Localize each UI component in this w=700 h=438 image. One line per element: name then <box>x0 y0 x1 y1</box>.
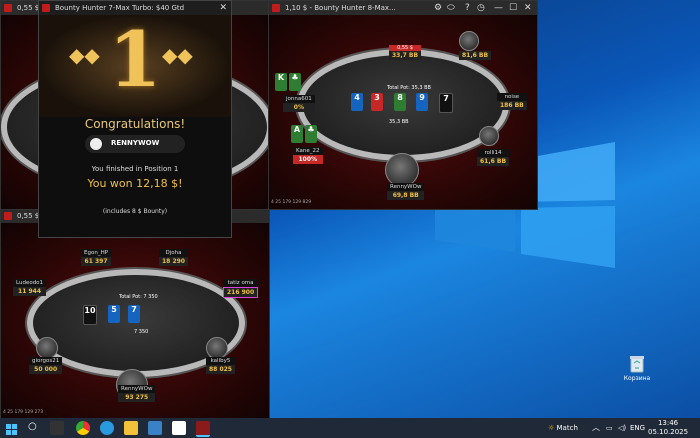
player-avatar <box>36 337 58 359</box>
diamond-icon: ◆◆ <box>69 43 100 67</box>
toggle-icon[interactable]: ⬭ <box>447 1 455 15</box>
diamond-icon: ◆◆ <box>162 43 193 67</box>
total-pot: Total Pot: 7 350 <box>119 294 158 300</box>
task-view-icon[interactable] <box>50 421 64 435</box>
seat-egon[interactable]: Egon_HP 61 397 <box>81 249 112 266</box>
seat-ludeodo[interactable]: Ludeodo1 11 944 <box>13 279 47 296</box>
seat-kaliby[interactable]: kaliby5 88 025 <box>206 357 235 374</box>
recycle-bin-label: Корзина <box>623 375 651 382</box>
taskbar: ○ ☼ Match ︿ ▭ ◁) ENG 13:46 05.10.2025 <box>0 418 700 438</box>
won-text: You won 12,18 $! <box>87 177 183 190</box>
seat-top[interactable]: 0,55 $33,7 BB <box>389 45 422 60</box>
winner-name: RENNYWOW <box>111 139 160 147</box>
board-card: 10 <box>83 305 97 325</box>
start-button[interactable] <box>6 421 20 435</box>
seat-topright[interactable]: 81,6 BB <box>459 51 492 60</box>
winner-badge: RENNYWOW <box>85 135 185 153</box>
clock-icon[interactable]: ◷ <box>477 1 485 15</box>
windows-icon <box>6 424 17 435</box>
board-card: 5 <box>108 305 120 323</box>
recycle-bin[interactable]: Корзина <box>622 355 652 382</box>
table-status: 4 25 179 129 829 <box>271 200 312 205</box>
poker-app-icon[interactable] <box>196 421 210 437</box>
help-icon[interactable]: ? <box>465 1 470 15</box>
seat-hero[interactable]: RennyWOw 93 275 <box>118 385 156 402</box>
seat-hero[interactable]: RennyWOw 69,8 BB <box>387 183 425 200</box>
board-card: 7 <box>128 305 140 323</box>
player-avatar <box>459 31 479 51</box>
desktop: Корзина 0,55 $ - PL Total Pot: 7 350 10 … <box>0 0 700 438</box>
popup-titlebar: Bounty Hunter 7-Max Turbo: $40 Gtd <box>39 1 231 15</box>
recycle-bin-icon <box>630 356 644 373</box>
weather-widget[interactable]: ☼ Match <box>548 418 578 438</box>
board-card: 3 <box>371 93 383 111</box>
bounty-note: (includes 8 $ Bounty) <box>102 208 168 215</box>
seat-tatizoma[interactable]: tatiz oma 216 900 <box>223 279 259 298</box>
tournament-result-popup[interactable]: Bounty Hunter 7-Max Turbo: $40 Gtd 1 ◆◆ … <box>38 0 232 238</box>
seat-giorgos[interactable]: giorgos21 50 000 <box>29 357 63 374</box>
volume-icon[interactable]: ◁) <box>618 418 626 438</box>
close-icon[interactable]: ✕ <box>524 1 532 15</box>
player-card: ♣ <box>305 125 317 143</box>
position-text: You finished in Position 1 <box>91 165 179 173</box>
board-card: 4 <box>351 93 363 111</box>
maximize-icon[interactable]: ☐ <box>509 1 517 15</box>
seat-rolli[interactable]: rolli14 61,6 BB <box>477 149 510 166</box>
seat-noise[interactable]: noise 186 BB <box>497 93 527 110</box>
seat-djoha[interactable]: Djoha 18 290 <box>159 249 188 266</box>
clock-date: 05.10.2025 <box>648 428 689 436</box>
pot-chips: 35,3 BB <box>389 119 409 125</box>
mail-icon[interactable] <box>172 421 186 435</box>
player-card: ♣ <box>289 73 301 91</box>
position-number: 1 <box>108 15 162 104</box>
chevron-up-icon[interactable]: ︿ <box>592 418 600 438</box>
avatar-icon <box>90 138 102 150</box>
player-avatar <box>206 337 228 359</box>
board-card: 7 <box>439 93 453 113</box>
weather-icon: ☼ <box>548 424 555 432</box>
clock-time: 13:46 <box>657 419 679 427</box>
settings-icon[interactable]: ⚙ <box>434 1 442 15</box>
poker-table-window-right[interactable]: 1,10 $ - Bounty Hunter 8-Max... ⚙ ⬭ ? ◷ … <box>268 0 538 210</box>
board-card: 9 <box>416 93 428 111</box>
minimize-icon[interactable]: — <box>494 1 503 15</box>
chrome-icon[interactable] <box>76 421 90 435</box>
language-indicator[interactable]: ENG <box>630 418 645 438</box>
weather-text: Match <box>556 424 578 432</box>
poker-table-window-bottom[interactable]: 0,55 $ - PL Total Pot: 7 350 10 5 7 7 35… <box>0 208 270 420</box>
seat-jonna[interactable]: jonna601 0% <box>283 95 315 112</box>
popup-title: Bounty Hunter 7-Max Turbo: $40 Gtd <box>55 4 185 12</box>
clock[interactable]: 13:46 05.10.2025 <box>648 419 688 438</box>
table-status: 4 25 179 129 273 <box>3 410 44 415</box>
search-icon[interactable]: ○ <box>28 421 42 435</box>
total-pot: Total Pot: 35,3 BB <box>387 85 431 91</box>
pot-chips: 7 350 <box>134 329 149 335</box>
window-title: 1,10 $ - Bounty Hunter 8-Max... <box>285 4 396 12</box>
congrats-text: Congratulations! <box>84 117 186 131</box>
player-avatar <box>479 126 499 146</box>
player-card: A <box>291 125 303 143</box>
seat-kane[interactable]: Kane_22 100% <box>293 147 323 164</box>
network-icon[interactable]: ▭ <box>606 418 613 438</box>
file-explorer-icon[interactable] <box>124 421 138 435</box>
close-icon[interactable]: ✕ <box>219 1 227 15</box>
board-card: 8 <box>394 93 406 111</box>
player-card: K <box>275 73 287 91</box>
store-icon[interactable] <box>148 421 162 435</box>
edge-icon[interactable] <box>100 421 114 435</box>
hero-avatar <box>385 153 419 187</box>
